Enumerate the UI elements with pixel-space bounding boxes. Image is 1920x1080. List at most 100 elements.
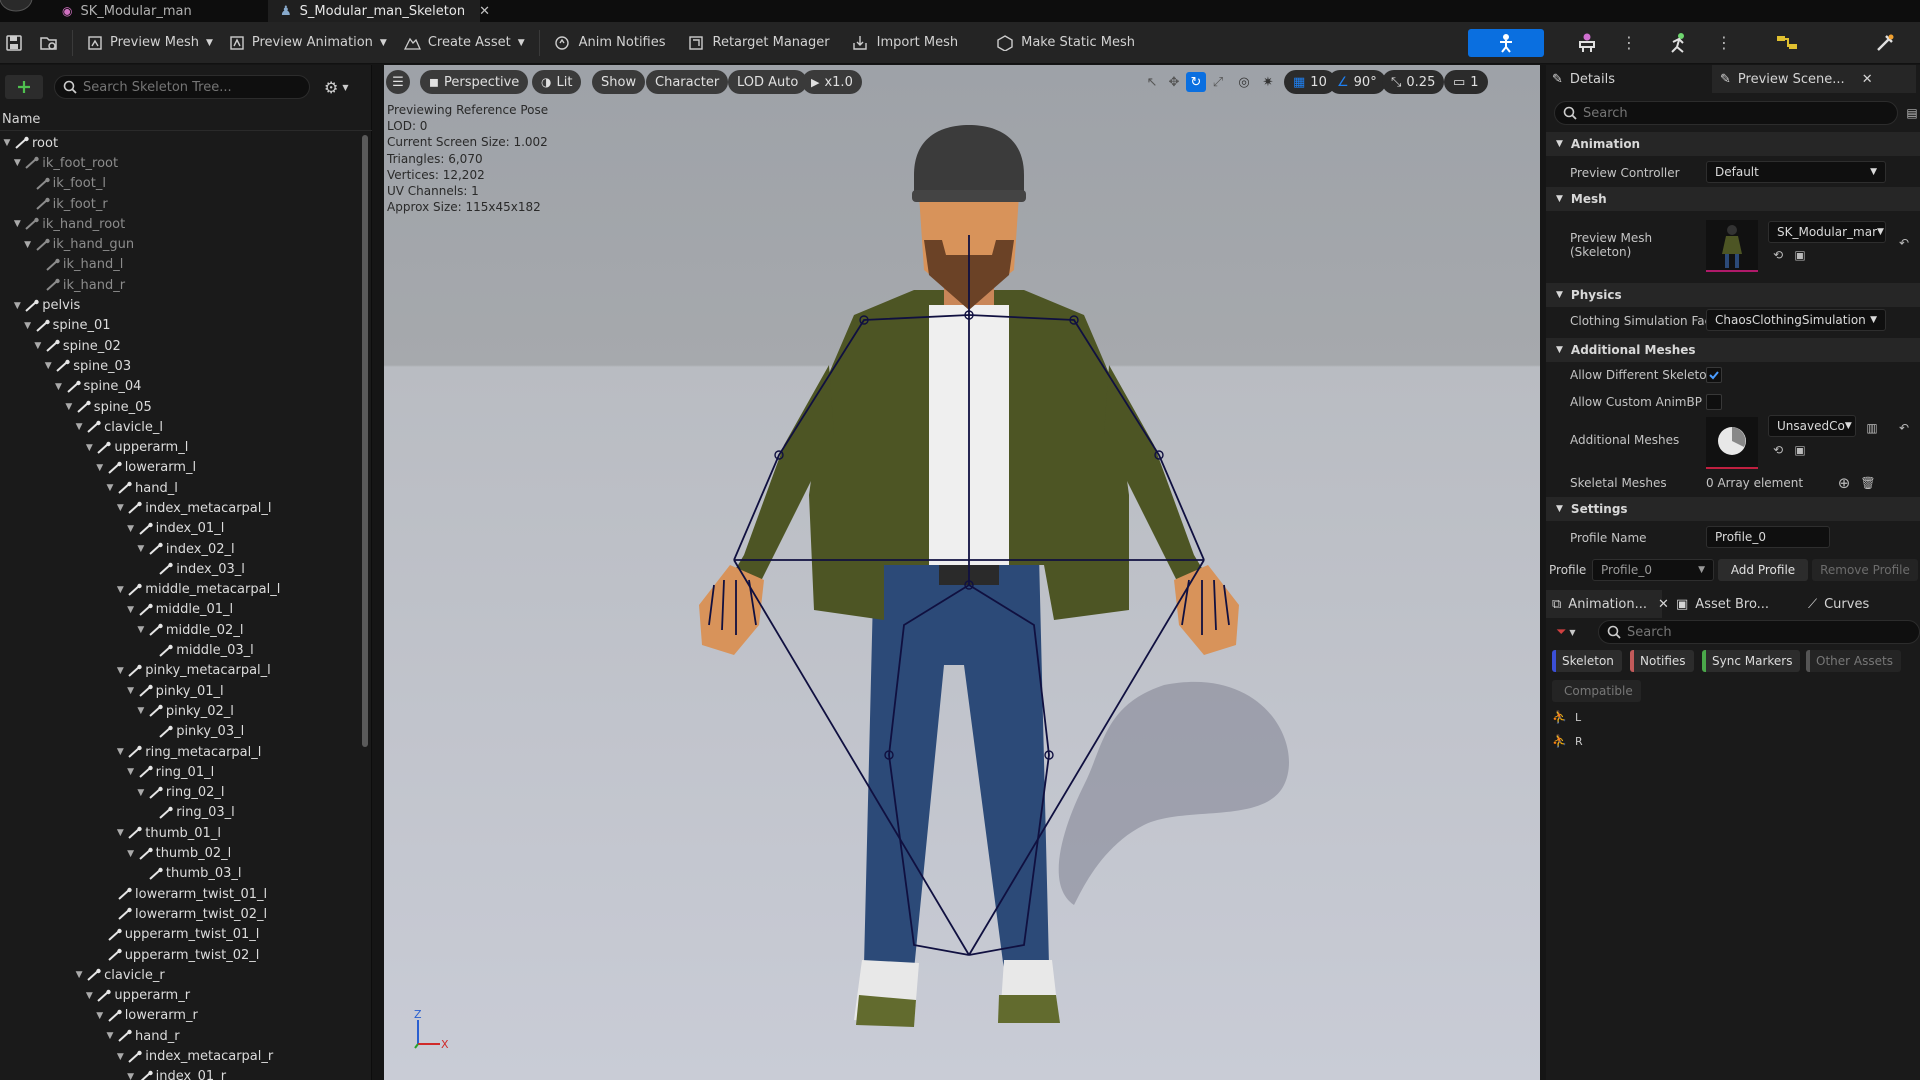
- section-physics[interactable]: ▼ Physics: [1546, 283, 1920, 307]
- animation-mode-button[interactable]: [1654, 29, 1704, 57]
- surface-snap-icon[interactable]: ✷: [1258, 72, 1278, 92]
- details-search[interactable]: [1554, 101, 1898, 125]
- select-mode-icon[interactable]: ↖: [1142, 72, 1162, 92]
- tab-s-modular-man-skeleton[interactable]: ♟ S_Modular_man_Skeleton ✕: [268, 0, 490, 22]
- tab-animation[interactable]: ⧉ Animation... ✕: [1546, 590, 1669, 618]
- anim-notifies-button[interactable]: Anim Notifies: [546, 28, 674, 58]
- expand-arrow-icon[interactable]: ▼: [12, 219, 22, 229]
- unreal-logo-icon[interactable]: [0, 0, 36, 14]
- tree-row[interactable]: ik_hand_r: [0, 275, 356, 295]
- preview-mesh-button[interactable]: Preview Mesh ▼: [79, 28, 221, 58]
- tab-preview-scene[interactable]: ✎ Preview Scene... ✕: [1712, 65, 1916, 93]
- tree-settings-button[interactable]: ⚙ ▼: [324, 77, 358, 97]
- tree-row[interactable]: ▼ spine_02: [0, 336, 356, 356]
- tree-row[interactable]: ▼ ik_hand_gun: [0, 234, 356, 254]
- expand-arrow-icon[interactable]: ▼: [43, 361, 53, 371]
- make-static-mesh-button[interactable]: Make Static Mesh: [988, 28, 1143, 58]
- tree-row[interactable]: ▼ ring_metacarpal_l: [0, 742, 356, 762]
- skeleton-tree-search[interactable]: [54, 75, 310, 99]
- tree-row[interactable]: index_03_l: [0, 559, 356, 579]
- tree-row[interactable]: upperarm_twist_02_l: [0, 945, 356, 965]
- show-button[interactable]: Show: [592, 70, 646, 94]
- section-settings[interactable]: ▼ Settings: [1546, 497, 1920, 521]
- expand-arrow-icon[interactable]: ▼: [95, 1011, 105, 1021]
- allow-different-skeleton-checkbox[interactable]: [1706, 367, 1722, 383]
- tree-row[interactable]: ▼ middle_01_l: [0, 600, 356, 620]
- browse-icon[interactable]: ▣: [1792, 247, 1808, 263]
- expand-arrow-icon[interactable]: ▼: [115, 585, 125, 595]
- expand-arrow-icon[interactable]: ▼: [136, 706, 146, 716]
- additional-meshes-combo[interactable]: UnsavedCo ▼: [1768, 415, 1856, 437]
- tree-row[interactable]: ▼ root: [0, 133, 356, 153]
- translate-mode-icon[interactable]: ✥: [1164, 72, 1184, 92]
- profile-combo[interactable]: Profile_0 ▼: [1592, 559, 1714, 581]
- expand-arrow-icon[interactable]: ▼: [12, 158, 22, 168]
- tree-row[interactable]: ▼ index_01_r: [0, 1067, 356, 1080]
- list-item[interactable]: ⛹ L: [1552, 710, 1581, 724]
- expand-arrow-icon[interactable]: ▼: [23, 240, 33, 250]
- expand-arrow-icon[interactable]: ▼: [33, 341, 43, 351]
- tree-row[interactable]: ik_foot_r: [0, 194, 356, 214]
- profile-name-field[interactable]: Profile_0: [1706, 526, 1830, 548]
- expand-arrow-icon[interactable]: ▼: [105, 1031, 115, 1041]
- preview-animation-button[interactable]: Preview Animation ▼: [221, 28, 395, 58]
- tree-row[interactable]: ▼ thumb_01_l: [0, 823, 356, 843]
- expand-arrow-icon[interactable]: ▼: [64, 402, 74, 412]
- expand-arrow-icon[interactable]: ▼: [126, 767, 136, 777]
- preview-mesh-combo[interactable]: SK_Modular_mar ▼: [1768, 221, 1886, 243]
- expand-arrow-icon[interactable]: ▼: [74, 422, 84, 432]
- filter-chip[interactable]: Sync Markers: [1702, 650, 1801, 672]
- world-space-icon[interactable]: ◎: [1234, 72, 1254, 92]
- expand-arrow-icon[interactable]: ▼: [23, 321, 33, 331]
- expand-arrow-icon[interactable]: ▼: [115, 747, 125, 757]
- import-mesh-button[interactable]: Import Mesh: [844, 28, 967, 58]
- tree-scrollbar[interactable]: [362, 135, 368, 747]
- tree-row[interactable]: thumb_03_l: [0, 864, 356, 884]
- tree-row[interactable]: ▼ lowerarm_l: [0, 458, 356, 478]
- expand-arrow-icon[interactable]: ▼: [126, 524, 136, 534]
- add-socket-button[interactable]: [5, 75, 43, 99]
- search-input[interactable]: [83, 79, 293, 95]
- scale-mode-icon[interactable]: ⤢: [1208, 72, 1228, 92]
- reset-to-default-icon[interactable]: ↶: [1896, 235, 1912, 251]
- expand-arrow-icon[interactable]: ▼: [95, 463, 105, 473]
- tree-row[interactable]: ▼ middle_metacarpal_l: [0, 580, 356, 600]
- tree-row[interactable]: ▼ ik_hand_root: [0, 214, 356, 234]
- tree-row[interactable]: ▼ ring_02_l: [0, 783, 356, 803]
- tree-row[interactable]: ▼ lowerarm_r: [0, 1006, 356, 1026]
- compatible-filter-chip[interactable]: Compatible: [1552, 680, 1641, 702]
- save-button[interactable]: [0, 28, 26, 58]
- tree-row[interactable]: ▼ pelvis: [0, 295, 356, 315]
- expand-arrow-icon[interactable]: ▼: [136, 544, 146, 554]
- expand-arrow-icon[interactable]: ▼: [115, 1052, 125, 1062]
- tree-row[interactable]: ▼ middle_02_l: [0, 620, 356, 640]
- tree-row[interactable]: ring_03_l: [0, 803, 356, 823]
- preview-mesh-thumbnail[interactable]: [1706, 220, 1758, 272]
- close-tab-icon[interactable]: ✕: [1658, 597, 1669, 612]
- tree-row[interactable]: ▼ hand_r: [0, 1026, 356, 1046]
- preview-viewport[interactable]: ☰ ◼ Perspective ◑ Lit Show Character LOD…: [384, 65, 1540, 1080]
- tree-row[interactable]: ik_hand_l: [0, 255, 356, 275]
- expand-arrow-icon[interactable]: ▼: [74, 970, 84, 980]
- tree-row[interactable]: ▼ clavicle_r: [0, 965, 356, 985]
- tree-row[interactable]: ▼ index_02_l: [0, 539, 356, 559]
- preview-controller-combo[interactable]: Default ▼: [1706, 161, 1886, 183]
- expand-arrow-icon[interactable]: ▼: [12, 301, 22, 311]
- browse-asset-button[interactable]: [26, 28, 66, 58]
- close-tab-icon[interactable]: ✕: [1862, 72, 1873, 87]
- tree-row[interactable]: ▼ index_metacarpal_r: [0, 1046, 356, 1066]
- tree-row[interactable]: ▼ pinky_01_l: [0, 681, 356, 701]
- blueprint-mode-button[interactable]: [1752, 29, 1822, 57]
- use-selected-icon[interactable]: ⟲: [1770, 247, 1786, 263]
- clothing-simulation-combo[interactable]: ChaosClothingSimulation ▼: [1706, 309, 1886, 331]
- additional-meshes-thumbnail[interactable]: [1706, 417, 1758, 469]
- expand-arrow-icon[interactable]: ▼: [115, 828, 125, 838]
- expand-arrow-icon[interactable]: ▼: [115, 503, 125, 513]
- tree-row[interactable]: ik_foot_l: [0, 174, 356, 194]
- physics-mode-button[interactable]: [1860, 29, 1910, 57]
- expand-arrow-icon[interactable]: ▼: [126, 686, 136, 696]
- scale-snap-button[interactable]: ⤡ 0.25: [1382, 70, 1445, 94]
- expand-arrow-icon[interactable]: ▼: [2, 138, 12, 148]
- filter-button[interactable]: ⏷ ▼: [1556, 622, 1590, 642]
- filter-chip[interactable]: Other Assets: [1806, 650, 1901, 672]
